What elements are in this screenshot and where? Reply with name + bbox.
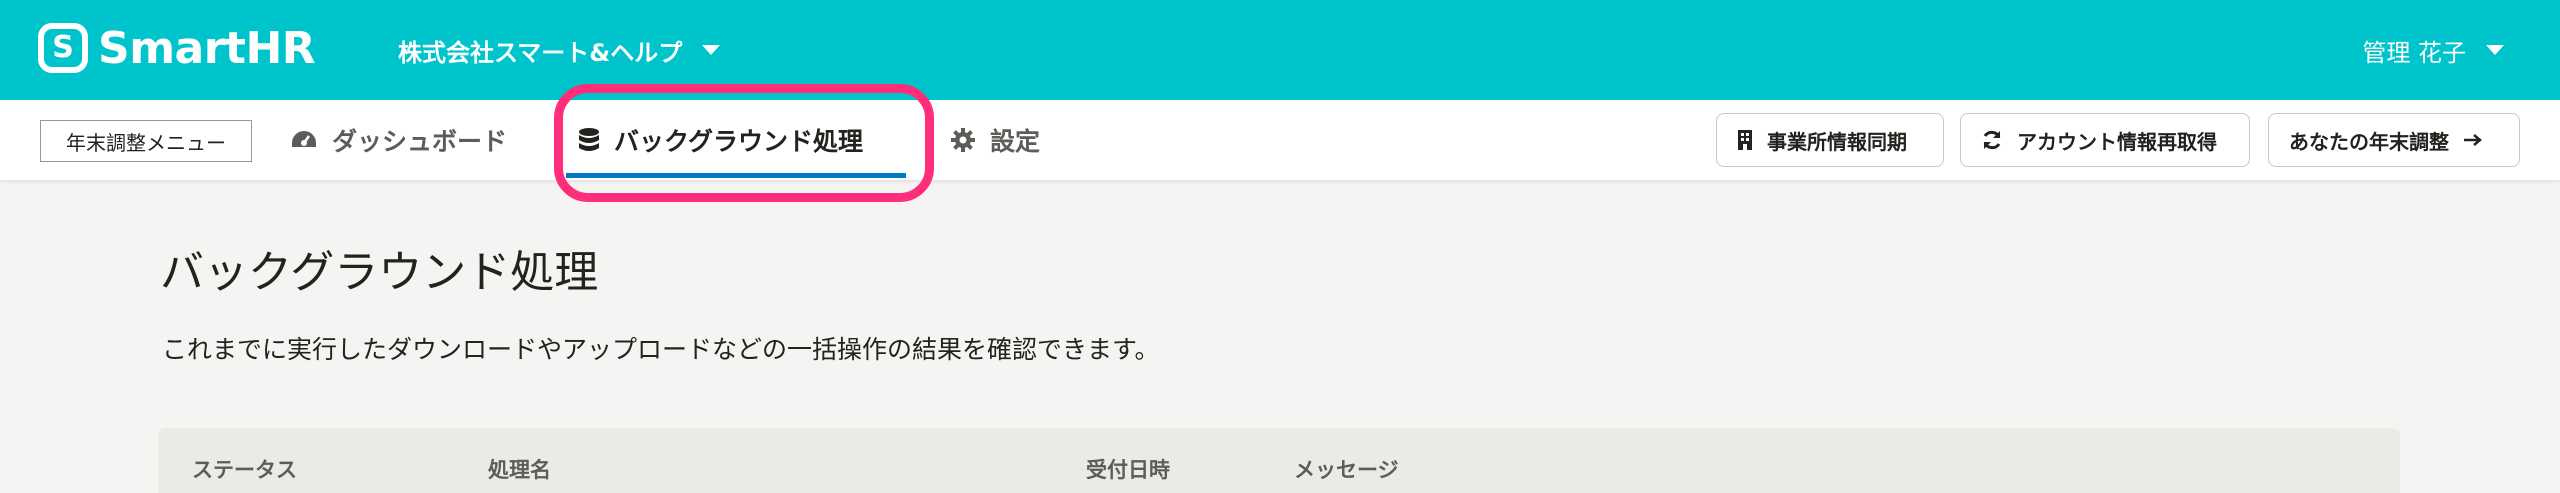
year-end-menu-label: 年末調整メニュー [40,120,252,162]
your-yearend-label: あなたの年末調整 [2289,129,2449,154]
tab-background-processing[interactable]: バックグラウンド処理 [578,100,863,180]
page-title: バックグラウンド処理 [160,247,599,298]
gear-icon [950,127,976,153]
table-header: ステータス 処理名 受付日時 メッセージ [158,428,2400,493]
building-icon [1737,129,1753,151]
arrow-right-icon [2463,132,2483,148]
column-header-message: メッセージ [1294,458,1399,482]
chevron-down-icon [2486,45,2504,55]
office-sync-label: 事業所情報同期 [1767,129,1907,154]
account-refetch-button[interactable]: アカウント情報再取得 [1960,113,2250,167]
tab-background-processing-label: バックグラウンド処理 [614,127,864,156]
refresh-icon [1981,129,2003,151]
company-switcher[interactable]: 株式会社スマート&ヘルプ [398,30,721,70]
user-menu[interactable]: 管理 花子 [2362,30,2504,70]
column-header-received-at: 受付日時 [1086,458,1170,482]
chevron-down-icon [702,45,721,55]
active-tab-indicator [566,173,906,178]
smarthr-logo[interactable]: S SmartHR [38,22,316,74]
user-name: 管理 花子 [2362,38,2466,67]
column-header-process-name: 処理名 [488,458,551,482]
database-icon [578,127,600,153]
smarthr-logo-mark-icon: S [38,23,88,73]
tab-dashboard-label: ダッシュボード [332,127,508,156]
page-description: これまでに実行したダウンロードやアップロードなどの一括操作の結果を確認できます。 [162,335,1160,364]
your-yearend-button[interactable]: あなたの年末調整 [2268,113,2520,167]
logo-text: SmartHR [98,22,316,74]
account-refetch-label: アカウント情報再取得 [2017,129,2217,154]
tab-dashboard[interactable]: ダッシュボード [290,100,507,180]
logo-mark-letter: S [52,30,74,65]
tab-settings[interactable]: 設定 [950,100,1040,180]
column-header-status: ステータス [192,458,297,482]
dashboard-icon [290,128,318,152]
top-header: S SmartHR 株式会社スマート&ヘルプ 管理 花子 [0,0,2560,100]
company-name: 株式会社スマート&ヘルプ [398,38,683,67]
office-sync-button[interactable]: 事業所情報同期 [1716,113,1944,167]
tab-settings-label: 設定 [990,127,1041,156]
